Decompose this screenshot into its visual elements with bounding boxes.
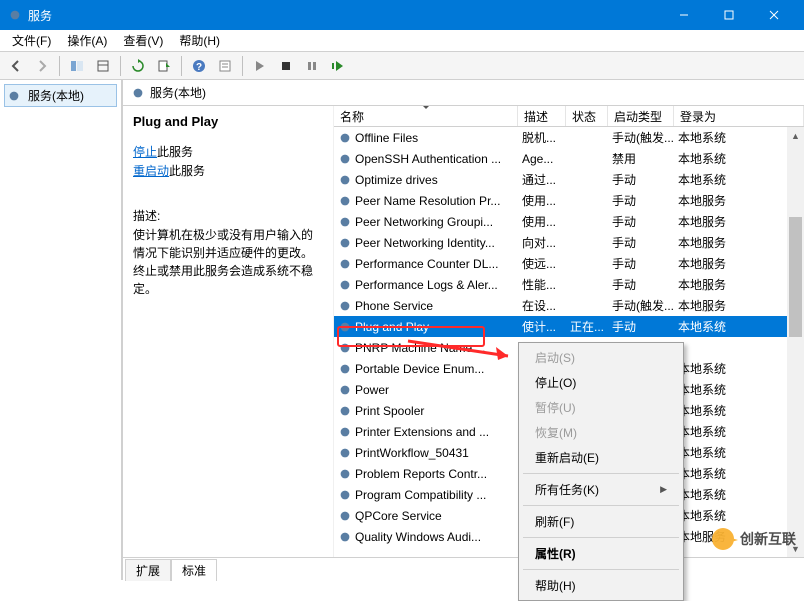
service-row[interactable]: Peer Name Resolution Pr...使用...手动本地服务 — [334, 190, 804, 211]
detail-pane: Plug and Play 停止此服务 重启动此服务 描述: 使计算机在极少或没… — [123, 106, 333, 557]
stop-suffix: 此服务 — [157, 145, 193, 159]
properties-button[interactable] — [213, 54, 237, 78]
scroll-up-icon[interactable]: ▲ — [787, 127, 804, 144]
service-row[interactable]: Phone Service在设...手动(触发...本地服务 — [334, 295, 804, 316]
watermark-text: 创新互联 — [740, 529, 796, 549]
right-pane: 服务(本地) Plug and Play 停止此服务 重启动此服务 描述: 使计… — [122, 80, 804, 580]
tab-standard[interactable]: 标准 — [171, 559, 217, 581]
ctx-stop[interactable]: 停止(O) — [521, 370, 681, 395]
menubar: 文件(F) 操作(A) 查看(V) 帮助(H) — [0, 30, 804, 52]
service-name-heading: Plug and Play — [133, 114, 323, 129]
menu-file[interactable]: 文件(F) — [4, 32, 59, 49]
restart-suffix: 此服务 — [169, 164, 205, 178]
service-row[interactable]: OpenSSH Authentication ...Age...禁用本地系统 — [334, 148, 804, 169]
service-row[interactable]: Offline Files脱机...手动(触发...本地系统 — [334, 127, 804, 148]
back-button[interactable] — [4, 54, 28, 78]
context-menu: 启动(S) 停止(O) 暂停(U) 恢复(M) 重新启动(E) 所有任务(K)▶… — [518, 342, 684, 601]
service-row[interactable]: Optimize drives通过...手动本地系统 — [334, 169, 804, 190]
window-title: 服务 — [28, 7, 661, 24]
minimize-button[interactable] — [661, 0, 706, 30]
show-hide-tree-button[interactable] — [65, 54, 89, 78]
tree-pane: 服务(本地) — [0, 80, 122, 580]
watermark: 创新互联 — [712, 528, 796, 550]
pause-service-button[interactable] — [300, 54, 324, 78]
ctx-all-tasks[interactable]: 所有任务(K)▶ — [521, 477, 681, 502]
col-name[interactable]: 名称 — [334, 106, 518, 126]
menu-help[interactable]: 帮助(H) — [171, 32, 228, 49]
app-icon — [8, 8, 22, 22]
toolbar: ? — [0, 52, 804, 80]
watermark-logo-icon — [712, 528, 734, 550]
col-login[interactable]: 登录为 — [674, 106, 804, 126]
tree-node-services-local[interactable]: 服务(本地) — [4, 84, 117, 107]
ctx-restart[interactable]: 重新启动(E) — [521, 445, 681, 470]
col-start[interactable]: 启动类型 — [608, 106, 674, 126]
export-list-button[interactable] — [152, 54, 176, 78]
forward-button[interactable] — [30, 54, 54, 78]
menu-view[interactable]: 查看(V) — [115, 32, 171, 49]
stop-link[interactable]: 停止 — [133, 145, 157, 159]
ctx-refresh[interactable]: 刷新(F) — [521, 509, 681, 534]
ctx-help[interactable]: 帮助(H) — [521, 573, 681, 598]
service-row[interactable]: Peer Networking Groupi...使用...手动本地服务 — [334, 211, 804, 232]
ctx-resume: 恢复(M) — [521, 420, 681, 445]
start-service-button[interactable] — [248, 54, 272, 78]
svg-text:?: ? — [196, 62, 202, 73]
service-row[interactable]: Peer Networking Identity...向对...手动本地服务 — [334, 232, 804, 253]
titlebar: 服务 — [0, 0, 804, 30]
tab-extended[interactable]: 扩展 — [125, 559, 171, 581]
close-button[interactable] — [751, 0, 796, 30]
service-row[interactable]: Plug and Play使计...正在...手动本地系统 — [334, 316, 804, 337]
service-row[interactable]: Performance Logs & Aler...性能...手动本地服务 — [334, 274, 804, 295]
description-text: 使计算机在极少或没有用户输入的情况下能识别并适应硬件的更改。终止或禁用此服务会造… — [133, 226, 323, 298]
tab-bar: 扩展 标准 — [123, 557, 804, 580]
ctx-pause: 暂停(U) — [521, 395, 681, 420]
col-status[interactable]: 状态 — [566, 106, 608, 126]
help-button[interactable]: ? — [187, 54, 211, 78]
service-row[interactable]: Performance Counter DL...使远...手动本地服务 — [334, 253, 804, 274]
stop-service-button[interactable] — [274, 54, 298, 78]
col-desc[interactable]: 描述 — [518, 106, 566, 126]
right-header-title: 服务(本地) — [150, 84, 206, 101]
maximize-button[interactable] — [706, 0, 751, 30]
tree-node-label: 服务(本地) — [28, 87, 84, 104]
description-label: 描述: — [133, 207, 323, 224]
restart-service-button[interactable] — [326, 54, 350, 78]
restart-link[interactable]: 重启动 — [133, 164, 169, 178]
right-header: 服务(本地) — [123, 80, 804, 106]
export-button[interactable] — [91, 54, 115, 78]
list-header: 名称 描述 状态 启动类型 登录为 — [334, 106, 804, 127]
ctx-properties[interactable]: 属性(R) — [521, 541, 681, 566]
menu-action[interactable]: 操作(A) — [59, 32, 115, 49]
ctx-start: 启动(S) — [521, 345, 681, 370]
refresh-button[interactable] — [126, 54, 150, 78]
submenu-arrow-icon: ▶ — [660, 484, 667, 495]
vertical-scrollbar[interactable]: ▲ ▼ — [787, 127, 804, 557]
scroll-thumb[interactable] — [789, 217, 802, 337]
